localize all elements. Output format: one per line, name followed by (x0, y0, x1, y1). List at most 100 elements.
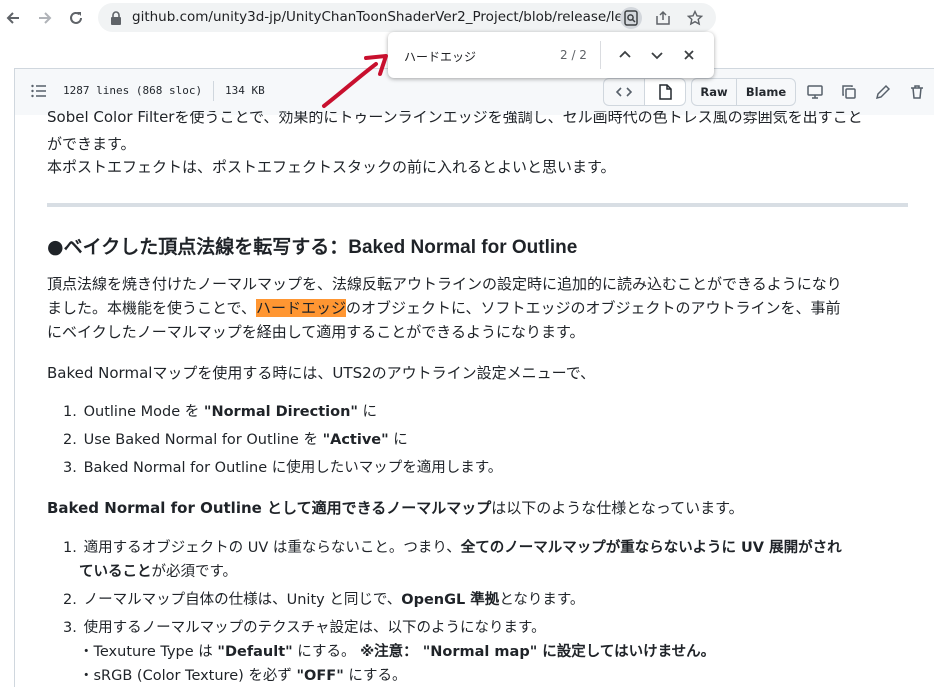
forward-button[interactable] (34, 7, 56, 29)
para1-line-2-start: ました。本機能を使うことで、 (47, 299, 256, 317)
header-divider (213, 81, 214, 101)
find-divider (600, 41, 601, 69)
blame-button[interactable]: Blame (736, 78, 796, 106)
delete-button[interactable] (907, 82, 927, 102)
para1-line-2: ました。本機能を使うことで、ハードエッジのオブジェクトに、ソフトエッジのオブジェ… (47, 297, 841, 319)
para1-line-3: にベイクしたノーマルマップを経由して適用することができるようになります。 (47, 323, 585, 341)
reload-icon (70, 11, 82, 24)
list-item: 2. ノーマルマップ自体の仕様は、Unity と同じで、OpenGL 準拠となり… (63, 589, 584, 611)
display-button[interactable] (805, 82, 825, 102)
list-number: 2. (63, 592, 77, 608)
list-item: 2. Use Baked Normal for Outline を "Activ… (63, 429, 408, 451)
edit-button[interactable] (873, 82, 893, 102)
file-icon (659, 84, 672, 100)
list-number: 3. (63, 460, 77, 476)
list-bold: "Active" (322, 432, 389, 448)
url-text[interactable]: github.com/unity3d-jp/UnityChanToonShade… (132, 9, 632, 25)
share-icon (656, 10, 670, 25)
para3-rest: は以下のような仕様となっています。 (491, 499, 744, 517)
list-text: Use Baked Normal for Outline を (83, 432, 323, 448)
section-heading: ●ベイクした頂点法線を転写する：Baked Normal for Outline (47, 232, 577, 259)
list-item: 1. Outline Mode を "Normal Direction" に (63, 401, 377, 423)
list-number: 1. (63, 404, 77, 420)
trash-icon (911, 85, 923, 99)
sub-text: ・sRGB (Color Texture) を必ず (79, 668, 297, 684)
find-match-highlight: ハードエッジ (255, 299, 346, 317)
para1-line-2-end: のオブジェクトに、ソフトエッジのオブジェクトのアウトラインを、事前 (345, 299, 841, 317)
find-query-input[interactable]: ハードエッジ (404, 48, 476, 65)
find-previous-button[interactable] (614, 44, 636, 66)
sub-text: ・Texuture Type は (79, 644, 218, 660)
file-line-count: 1287 lines (868 sloc) (63, 84, 203, 97)
intro-line-1: Sobel Color Filterを使うことで、効果的にトゥーンラインエッジを… (47, 111, 863, 128)
heading-bullet: ● (47, 236, 64, 258)
lock-icon (111, 11, 121, 25)
preview-view-button[interactable] (644, 78, 686, 106)
heading-jp: ベイクした頂点法線を転写する： (63, 236, 349, 258)
desktop-icon (807, 85, 823, 99)
copy-icon (842, 85, 856, 99)
share-button[interactable] (652, 7, 674, 29)
list-item: 3. 使用するノーマルマップのテクスチャ設定は、以下のようになります。 (63, 617, 546, 639)
list-text-end: に (388, 432, 408, 448)
sub-text-end: にする。 (343, 668, 407, 684)
find-close-button[interactable] (678, 44, 700, 66)
find-bar: ハードエッジ 2 / 2 (388, 32, 714, 78)
intro-line-1-text: Sobel Color Filterを使うことで、効果的にトゥーンラインエッジを… (47, 111, 863, 126)
list-item: 1. 適用するオブジェクトの UV は重ならないこと。つまり、全てのノーマルマッ… (63, 537, 842, 559)
reload-button[interactable] (65, 7, 87, 29)
list-text: ノーマルマップ自体の仕様は、Unity と同じで、 (83, 592, 402, 608)
find-next-button[interactable] (646, 44, 668, 66)
list-text-end: となります。 (499, 592, 585, 608)
list-text: が必須です。 (151, 564, 238, 580)
list-icon[interactable] (31, 84, 47, 98)
chevron-down-icon (651, 52, 663, 60)
intro-line-2: ができます。 (47, 135, 136, 153)
list-bold: "Normal Direction" (203, 404, 358, 420)
list-text: Baked Normal for Outline に使用したいマップを適用します… (83, 460, 503, 476)
find-match-count: 2 / 2 (560, 48, 587, 62)
list-bold: ていること (79, 564, 152, 580)
arrow-left-icon (6, 12, 19, 24)
sub-list-item: ・sRGB (Color Texture) を必ず "OFF" にする。 (79, 665, 407, 687)
file-size: 134 KB (225, 84, 265, 97)
bookmark-star-button[interactable] (684, 7, 706, 29)
para3-bold: Baked Normal for Outline として適用できるノーマルマップ (47, 499, 492, 517)
close-icon (684, 50, 694, 60)
para1-line-1: 頂点法線を焼き付けたノーマルマップを、法線反転アウトラインの設定時に追加的に読み… (47, 275, 842, 293)
browser-toolbar: github.com/unity3d-jp/UnityChanToonShade… (0, 0, 934, 36)
list-number: 2. (63, 432, 77, 448)
heading-en: Baked Normal for Outline (348, 237, 578, 258)
content-border (14, 114, 15, 687)
list-number: 1. (63, 540, 77, 556)
list-bold: 全てのノーマルマップが重ならないように UV 展開がされ (460, 540, 842, 556)
back-button[interactable] (2, 7, 24, 29)
list-text: 適用するオブジェクトの UV は重ならないこと。つまり、 (83, 540, 461, 556)
code-icon (616, 87, 632, 97)
list-text: 使用するノーマルマップのテクスチャ設定は、以下のようになります。 (83, 620, 546, 636)
list-item-continuation: ていることが必須です。 (79, 561, 237, 583)
star-icon (687, 10, 703, 26)
list-text: Outline Mode を (83, 404, 204, 420)
annotation-arrow-icon (322, 54, 388, 108)
intro-line-3: 本ポストエフェクトは、ポストエフェクトスタックの前に入れるとよいと思います。 (47, 158, 616, 176)
raw-button[interactable]: Raw (691, 78, 737, 106)
list-item: 3. Baked Normal for Outline に使用したいマップを適用… (63, 457, 502, 479)
list-bold: OpenGL 準拠 (401, 592, 500, 608)
chevron-up-icon (619, 50, 631, 58)
sub-bold: "OFF" (296, 668, 344, 684)
para2: Baked Normalマップを使用する時には、UTS2のアウトライン設定メニュ… (47, 364, 596, 382)
pencil-icon (875, 84, 891, 100)
sub-bold: "Default" (217, 644, 293, 660)
copy-button[interactable] (839, 82, 859, 102)
code-view-button[interactable] (603, 78, 645, 106)
sub-text-mid: にする。 (292, 644, 361, 660)
list-text-end: に (357, 404, 378, 420)
address-bar[interactable]: github.com/unity3d-jp/UnityChanToonShade… (98, 3, 716, 32)
horizontal-rule (47, 203, 908, 207)
para3: Baked Normal for Outline として適用できるノーマルマップ… (47, 497, 744, 519)
find-page-icon (624, 10, 638, 26)
find-in-page-button[interactable] (620, 7, 642, 29)
sub-warning: ※注意： "Normal map" に設定してはいけません。 (360, 644, 716, 660)
sub-list-item: ・Texuture Type は "Default" にする。 ※注意： "No… (79, 641, 715, 663)
